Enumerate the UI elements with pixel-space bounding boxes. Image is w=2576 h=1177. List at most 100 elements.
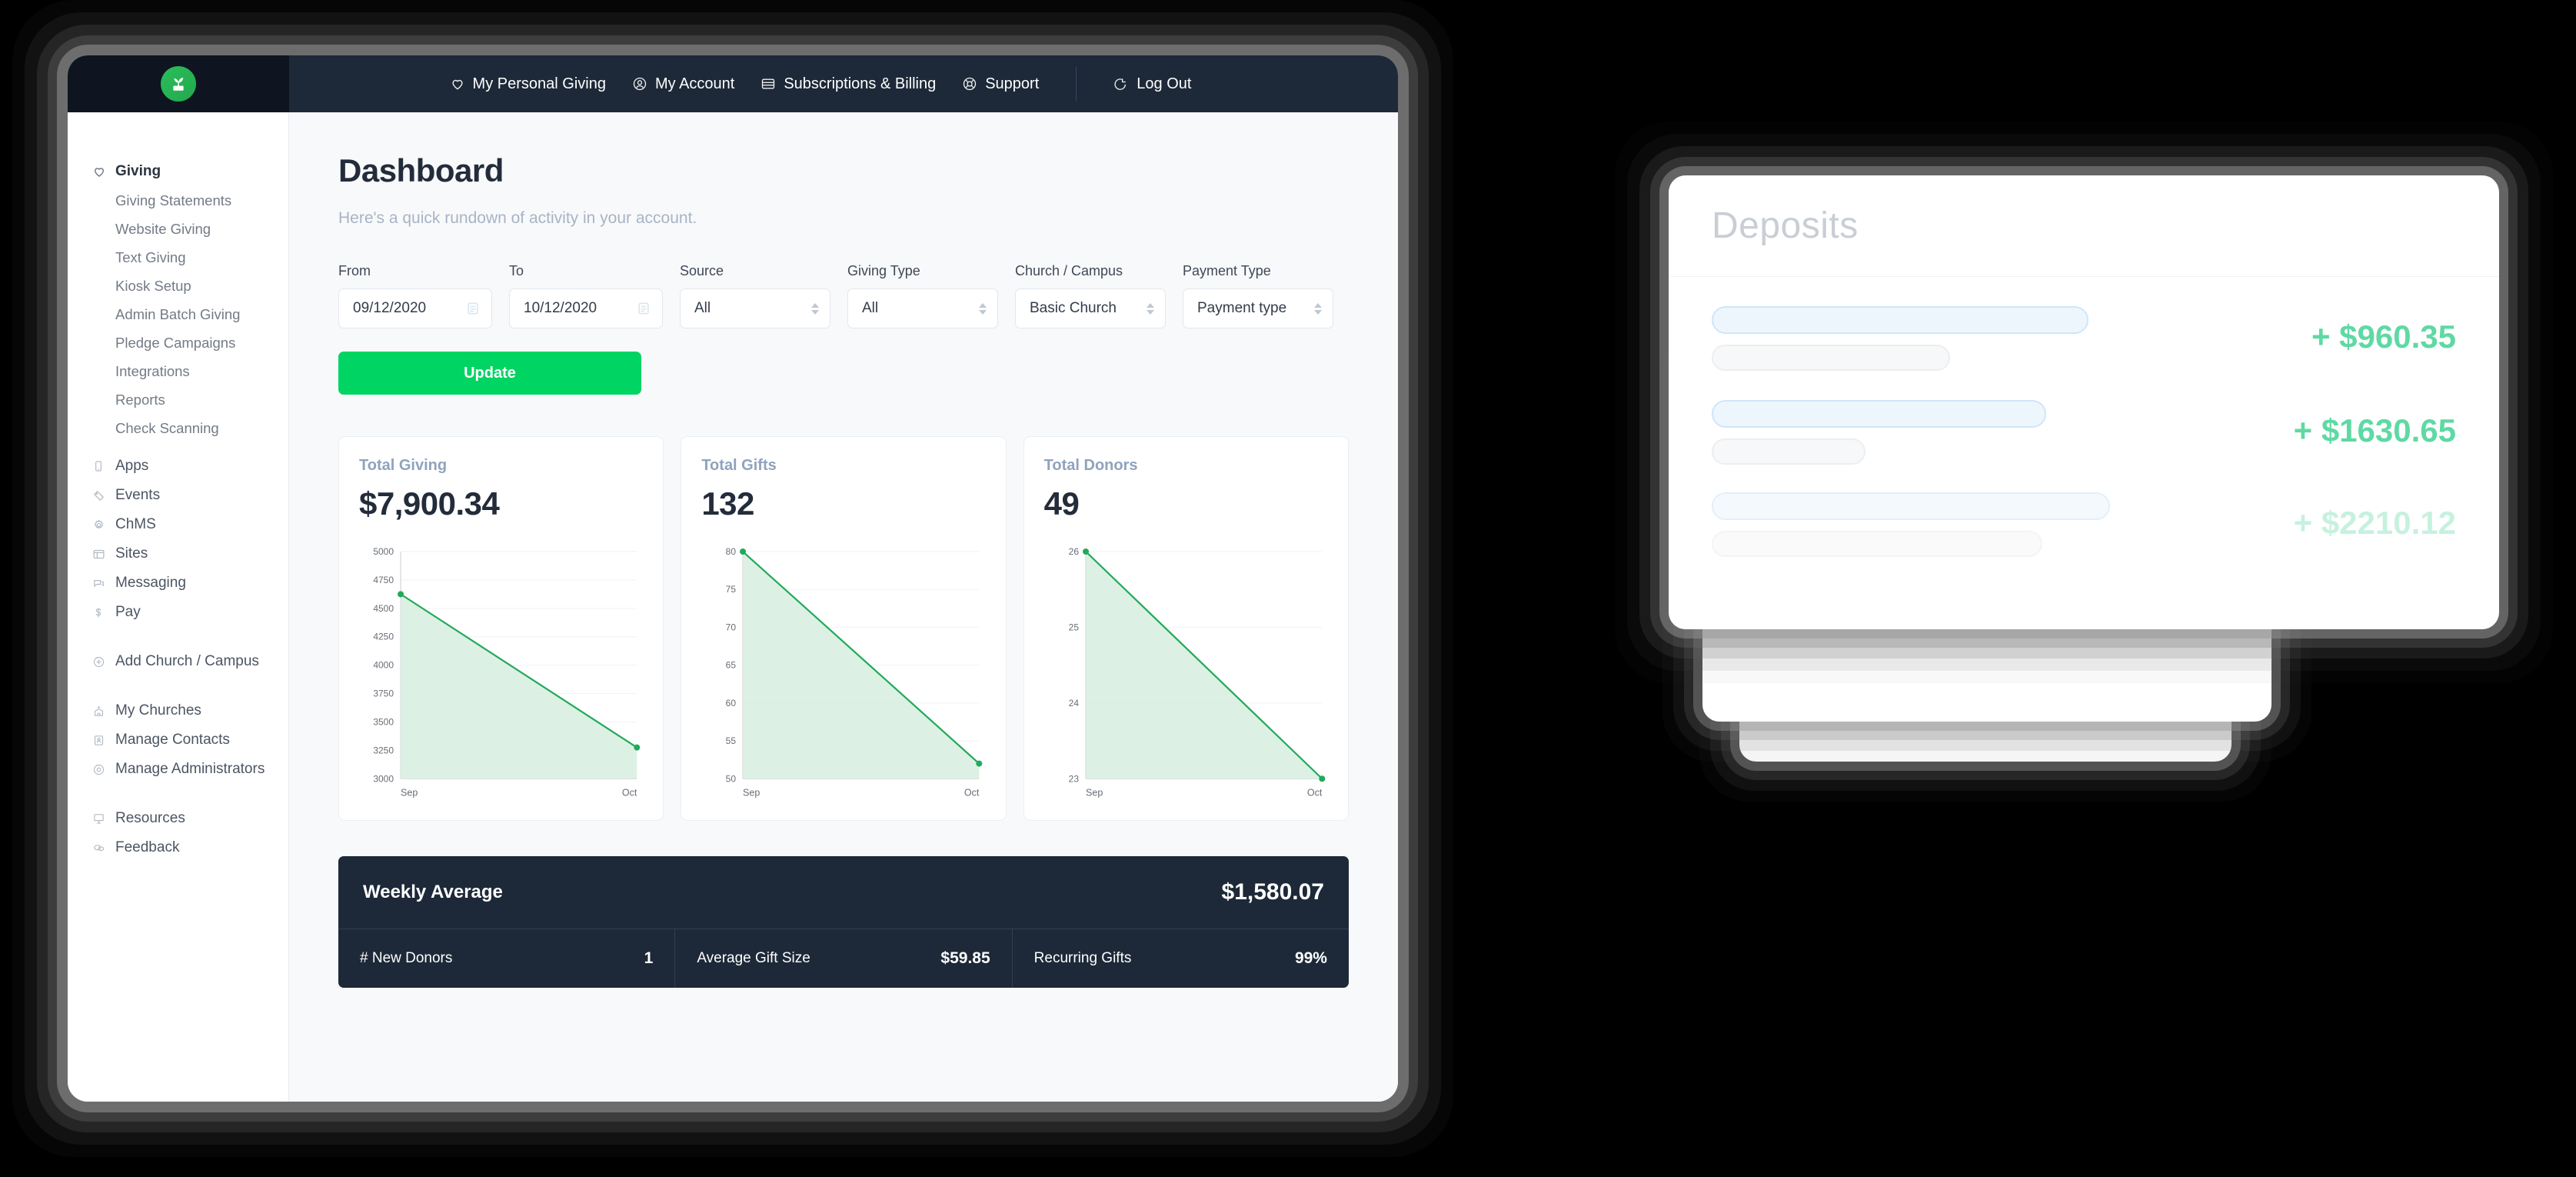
sidebar-item-label: Pledge Campaigns: [115, 334, 236, 351]
deposits-window-stack: Deposits + $960.35 + $1630.65 + $2210.12: [1669, 175, 2522, 999]
deposit-row[interactable]: + $2210.12: [1712, 475, 2456, 562]
chevron-updown-icon: [1147, 302, 1154, 315]
stat-key: Recurring Gifts: [1033, 950, 1132, 966]
field-value: 10/12/2020: [524, 300, 597, 316]
sidebar-item-label: Events: [115, 487, 161, 503]
sidebar-item-messaging[interactable]: Messaging: [68, 568, 288, 598]
field-label: Payment Type: [1183, 263, 1271, 278]
sidebar-item-giving[interactable]: Giving: [68, 157, 288, 186]
to-date-input[interactable]: 10/12/2020: [509, 288, 663, 328]
sidebar-item-feedback[interactable]: Feedback: [68, 833, 288, 862]
sidebar-item-website-giving[interactable]: Website Giving: [68, 215, 288, 243]
giving-type-select[interactable]: All: [847, 288, 998, 328]
deposit-amount: + $2210.12: [2293, 505, 2456, 541]
sidebar-item-label: Add Church / Campus: [115, 653, 259, 669]
field-label: Giving Type: [847, 263, 920, 278]
sidebar-item-label: Website Giving: [115, 220, 211, 237]
calendar-icon[interactable]: [465, 301, 481, 316]
card-title: Total Gifts: [701, 457, 777, 474]
sidebar-item-text-giving[interactable]: Text Giving: [68, 243, 288, 272]
svg-text:4750: 4750: [373, 575, 394, 585]
svg-text:Oct: Oct: [1307, 787, 1323, 798]
sidebar-item-label: Admin Batch Giving: [115, 305, 241, 322]
deposits-window: Deposits + $960.35 + $1630.65 + $2210.12: [1669, 175, 2499, 629]
logout-arrow-icon: [1113, 76, 1129, 92]
top-bar: My Personal Giving My Account Subscripti…: [68, 55, 1398, 112]
svg-text:50: 50: [726, 773, 737, 784]
deposits-list: + $960.35 + $1630.65 + $2210.12: [1669, 277, 2499, 562]
sidebar-item-label: Resources: [115, 810, 185, 826]
placeholder-bar-secondary: [1712, 531, 2042, 557]
svg-text:4000: 4000: [373, 660, 394, 671]
nav-my-personal-giving[interactable]: My Personal Giving: [450, 75, 606, 93]
nav-my-account[interactable]: My Account: [632, 75, 734, 93]
svg-text:3000: 3000: [373, 773, 394, 784]
deposit-amount: + $960.35: [2311, 318, 2456, 355]
logo-cell[interactable]: [68, 55, 289, 112]
sidebar-item-add-church-campus[interactable]: Add Church / Campus: [68, 647, 288, 676]
payment-type-select[interactable]: Payment type: [1183, 288, 1333, 328]
svg-text:3250: 3250: [373, 745, 394, 755]
sidebar-item-apps[interactable]: Apps: [68, 452, 288, 481]
weekly-average-label: Weekly Average: [363, 882, 503, 902]
field-value: All: [694, 300, 711, 316]
heart-icon: [450, 76, 465, 92]
sidebar-item-manage-administrators[interactable]: Manage Administrators: [68, 755, 288, 784]
sidebar-item-admin-batch-giving[interactable]: Admin Batch Giving: [68, 300, 288, 328]
sidebar-item-resources[interactable]: Resources: [68, 804, 288, 833]
chevron-updown-icon: [811, 302, 819, 315]
mobile-icon: [92, 460, 115, 472]
total-donors-chart: 23 24 25 26 Sep Oct: [1044, 544, 1328, 805]
deposit-row[interactable]: + $1630.65: [1712, 389, 2456, 475]
svg-text:Oct: Oct: [622, 787, 637, 798]
svg-text:3500: 3500: [373, 716, 394, 727]
sidebar-item-reports[interactable]: Reports: [68, 385, 288, 414]
deposit-row[interactable]: + $960.35: [1712, 303, 2456, 389]
nav-label: Subscriptions & Billing: [784, 75, 937, 92]
sidebar-item-pay[interactable]: Pay: [68, 598, 288, 627]
placeholder-bar-primary: [1712, 400, 2046, 428]
sidebar-item-integrations[interactable]: Integrations: [68, 357, 288, 385]
field-value: 09/12/2020: [353, 300, 427, 316]
nav-log-out[interactable]: Log Out: [1113, 75, 1191, 93]
card-title: Total Giving: [359, 457, 448, 474]
update-button[interactable]: Update: [338, 352, 641, 395]
sidebar-item-giving-statements[interactable]: Giving Statements: [68, 186, 288, 215]
filter-payment-type: Payment Type Payment type: [1183, 263, 1333, 328]
nav-support[interactable]: Support: [962, 75, 1039, 93]
sidebar-item-label: Text Giving: [115, 248, 186, 265]
sidebar-item-check-scanning[interactable]: Check Scanning: [68, 414, 288, 442]
source-select[interactable]: All: [680, 288, 830, 328]
weekly-average-amount: $1,580.07: [1221, 879, 1324, 905]
stat-card-total-giving: Total Giving $7,900.34 3000 3250 3500 3750 4…: [338, 436, 664, 821]
sidebar-item-chms[interactable]: ChMS: [68, 510, 288, 539]
calendar-icon[interactable]: [636, 301, 651, 316]
nav-subscriptions-billing[interactable]: Subscriptions & Billing: [760, 75, 936, 93]
field-value: Payment type: [1197, 300, 1287, 316]
total-gifts-chart: 50 55 60 65 70 75 80 Sep Oct: [701, 544, 985, 805]
sidebar-item-label: Sites: [115, 545, 148, 562]
filter-giving-type: Giving Type All: [847, 263, 998, 328]
sidebar-item-label: Reports: [115, 391, 165, 408]
svg-text:25: 25: [1068, 622, 1079, 632]
sidebar-item-label: Giving: [115, 163, 161, 179]
sidebar-item-label: My Churches: [115, 702, 201, 719]
stat-value: 1: [644, 949, 654, 967]
sidebar-item-pledge-campaigns[interactable]: Pledge Campaigns: [68, 328, 288, 357]
stat-key: Average Gift Size: [697, 950, 810, 966]
nav-label: Log Out: [1137, 75, 1192, 92]
field-label: Source: [680, 263, 724, 278]
sidebar-item-events[interactable]: Events: [68, 481, 288, 510]
nav-label: My Personal Giving: [472, 75, 606, 92]
sidebar-item-manage-contacts[interactable]: Manage Contacts: [68, 725, 288, 755]
nav-label: Support: [985, 75, 1040, 92]
from-date-input[interactable]: 09/12/2020: [338, 288, 492, 328]
church-campus-select[interactable]: Basic Church: [1015, 288, 1166, 328]
stat-value: $59.85: [940, 949, 990, 967]
sidebar-item-my-churches[interactable]: My Churches: [68, 696, 288, 725]
chevron-updown-icon: [1314, 302, 1322, 315]
sidebar-item-kiosk-setup[interactable]: Kiosk Setup: [68, 272, 288, 300]
sidebar: Giving Giving Statements Website Giving …: [68, 112, 289, 1102]
sidebar-item-sites[interactable]: Sites: [68, 539, 288, 568]
